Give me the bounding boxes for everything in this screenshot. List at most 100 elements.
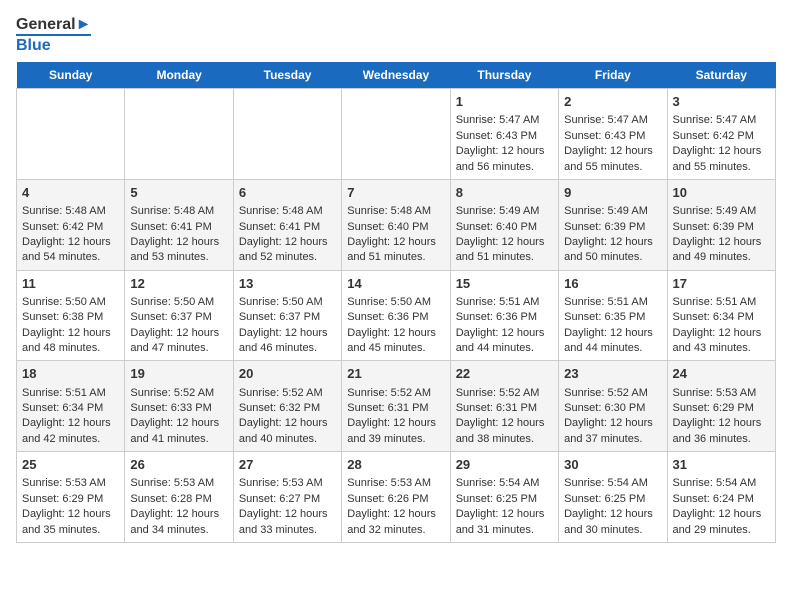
day-number: 20	[239, 365, 336, 383]
day-number: 13	[239, 275, 336, 293]
daylight-text: Daylight: 12 hours and 44 minutes.	[456, 327, 545, 354]
day-header-tuesday: Tuesday	[233, 62, 341, 89]
sunrise-text: Sunrise: 5:50 AM	[130, 296, 214, 308]
daylight-text: Daylight: 12 hours and 35 minutes.	[22, 508, 111, 535]
calendar-cell: 14 Sunrise: 5:50 AM Sunset: 6:36 PM Dayl…	[342, 270, 450, 361]
calendar-cell: 4 Sunrise: 5:48 AM Sunset: 6:42 PM Dayli…	[17, 179, 125, 270]
sunrise-text: Sunrise: 5:54 AM	[456, 477, 540, 489]
daylight-text: Daylight: 12 hours and 55 minutes.	[564, 145, 653, 172]
daylight-text: Daylight: 12 hours and 29 minutes.	[673, 508, 762, 535]
calendar-cell: 2 Sunrise: 5:47 AM Sunset: 6:43 PM Dayli…	[559, 89, 667, 180]
sunset-text: Sunset: 6:41 PM	[130, 221, 211, 233]
calendar-cell: 20 Sunrise: 5:52 AM Sunset: 6:32 PM Dayl…	[233, 361, 341, 452]
sunset-text: Sunset: 6:25 PM	[456, 493, 537, 505]
sunset-text: Sunset: 6:30 PM	[564, 402, 645, 414]
header: General► Blue	[16, 16, 776, 54]
sunset-text: Sunset: 6:31 PM	[456, 402, 537, 414]
sunrise-text: Sunrise: 5:50 AM	[239, 296, 323, 308]
daylight-text: Daylight: 12 hours and 45 minutes.	[347, 327, 436, 354]
day-number: 28	[347, 456, 444, 474]
sunrise-text: Sunrise: 5:52 AM	[347, 387, 431, 399]
calendar-cell	[125, 89, 233, 180]
week-row-3: 11 Sunrise: 5:50 AM Sunset: 6:38 PM Dayl…	[17, 270, 776, 361]
day-number: 23	[564, 365, 661, 383]
day-number: 19	[130, 365, 227, 383]
day-number: 31	[673, 456, 770, 474]
calendar-cell: 27 Sunrise: 5:53 AM Sunset: 6:27 PM Dayl…	[233, 452, 341, 543]
sunset-text: Sunset: 6:40 PM	[456, 221, 537, 233]
sunset-text: Sunset: 6:27 PM	[239, 493, 320, 505]
day-number: 22	[456, 365, 553, 383]
daylight-text: Daylight: 12 hours and 46 minutes.	[239, 327, 328, 354]
calendar-cell: 9 Sunrise: 5:49 AM Sunset: 6:39 PM Dayli…	[559, 179, 667, 270]
daylight-text: Daylight: 12 hours and 39 minutes.	[347, 417, 436, 444]
day-number: 2	[564, 93, 661, 111]
day-number: 27	[239, 456, 336, 474]
sunrise-text: Sunrise: 5:50 AM	[22, 296, 106, 308]
sunrise-text: Sunrise: 5:48 AM	[130, 205, 214, 217]
sunset-text: Sunset: 6:32 PM	[239, 402, 320, 414]
sunset-text: Sunset: 6:29 PM	[673, 402, 754, 414]
calendar-cell: 3 Sunrise: 5:47 AM Sunset: 6:42 PM Dayli…	[667, 89, 775, 180]
sunrise-text: Sunrise: 5:52 AM	[130, 387, 214, 399]
day-number: 15	[456, 275, 553, 293]
day-number: 25	[22, 456, 119, 474]
daylight-text: Daylight: 12 hours and 50 minutes.	[564, 236, 653, 263]
sunrise-text: Sunrise: 5:53 AM	[22, 477, 106, 489]
calendar-cell	[233, 89, 341, 180]
sunset-text: Sunset: 6:36 PM	[347, 311, 428, 323]
logo: General► Blue	[16, 16, 91, 54]
day-header-friday: Friday	[559, 62, 667, 89]
daylight-text: Daylight: 12 hours and 34 minutes.	[130, 508, 219, 535]
day-number: 12	[130, 275, 227, 293]
sunrise-text: Sunrise: 5:52 AM	[239, 387, 323, 399]
sunset-text: Sunset: 6:37 PM	[130, 311, 211, 323]
sunrise-text: Sunrise: 5:48 AM	[22, 205, 106, 217]
daylight-text: Daylight: 12 hours and 47 minutes.	[130, 327, 219, 354]
day-number: 14	[347, 275, 444, 293]
daylight-text: Daylight: 12 hours and 51 minutes.	[347, 236, 436, 263]
sunrise-text: Sunrise: 5:53 AM	[673, 387, 757, 399]
calendar-cell: 22 Sunrise: 5:52 AM Sunset: 6:31 PM Dayl…	[450, 361, 558, 452]
daylight-text: Daylight: 12 hours and 40 minutes.	[239, 417, 328, 444]
day-number: 18	[22, 365, 119, 383]
sunset-text: Sunset: 6:35 PM	[564, 311, 645, 323]
daylight-text: Daylight: 12 hours and 38 minutes.	[456, 417, 545, 444]
day-number: 30	[564, 456, 661, 474]
calendar-cell: 5 Sunrise: 5:48 AM Sunset: 6:41 PM Dayli…	[125, 179, 233, 270]
daylight-text: Daylight: 12 hours and 31 minutes.	[456, 508, 545, 535]
daylight-text: Daylight: 12 hours and 51 minutes.	[456, 236, 545, 263]
sunset-text: Sunset: 6:43 PM	[564, 130, 645, 142]
day-number: 4	[22, 184, 119, 202]
sunset-text: Sunset: 6:24 PM	[673, 493, 754, 505]
sunrise-text: Sunrise: 5:48 AM	[239, 205, 323, 217]
sunrise-text: Sunrise: 5:54 AM	[564, 477, 648, 489]
calendar-cell: 28 Sunrise: 5:53 AM Sunset: 6:26 PM Dayl…	[342, 452, 450, 543]
sunrise-text: Sunrise: 5:49 AM	[564, 205, 648, 217]
day-number: 8	[456, 184, 553, 202]
sunset-text: Sunset: 6:26 PM	[347, 493, 428, 505]
day-header-sunday: Sunday	[17, 62, 125, 89]
sunset-text: Sunset: 6:34 PM	[673, 311, 754, 323]
day-header-saturday: Saturday	[667, 62, 775, 89]
sunrise-text: Sunrise: 5:47 AM	[456, 114, 540, 126]
calendar-cell: 17 Sunrise: 5:51 AM Sunset: 6:34 PM Dayl…	[667, 270, 775, 361]
sunset-text: Sunset: 6:39 PM	[673, 221, 754, 233]
week-row-1: 1 Sunrise: 5:47 AM Sunset: 6:43 PM Dayli…	[17, 89, 776, 180]
calendar-cell: 25 Sunrise: 5:53 AM Sunset: 6:29 PM Dayl…	[17, 452, 125, 543]
sunrise-text: Sunrise: 5:50 AM	[347, 296, 431, 308]
calendar-cell	[17, 89, 125, 180]
week-row-5: 25 Sunrise: 5:53 AM Sunset: 6:29 PM Dayl…	[17, 452, 776, 543]
calendar-cell: 21 Sunrise: 5:52 AM Sunset: 6:31 PM Dayl…	[342, 361, 450, 452]
sunset-text: Sunset: 6:42 PM	[673, 130, 754, 142]
sunrise-text: Sunrise: 5:49 AM	[456, 205, 540, 217]
sunrise-text: Sunrise: 5:54 AM	[673, 477, 757, 489]
calendar-cell: 8 Sunrise: 5:49 AM Sunset: 6:40 PM Dayli…	[450, 179, 558, 270]
calendar-cell: 23 Sunrise: 5:52 AM Sunset: 6:30 PM Dayl…	[559, 361, 667, 452]
daylight-text: Daylight: 12 hours and 44 minutes.	[564, 327, 653, 354]
day-header-wednesday: Wednesday	[342, 62, 450, 89]
daylight-text: Daylight: 12 hours and 30 minutes.	[564, 508, 653, 535]
sunrise-text: Sunrise: 5:48 AM	[347, 205, 431, 217]
daylight-text: Daylight: 12 hours and 48 minutes.	[22, 327, 111, 354]
sunset-text: Sunset: 6:39 PM	[564, 221, 645, 233]
